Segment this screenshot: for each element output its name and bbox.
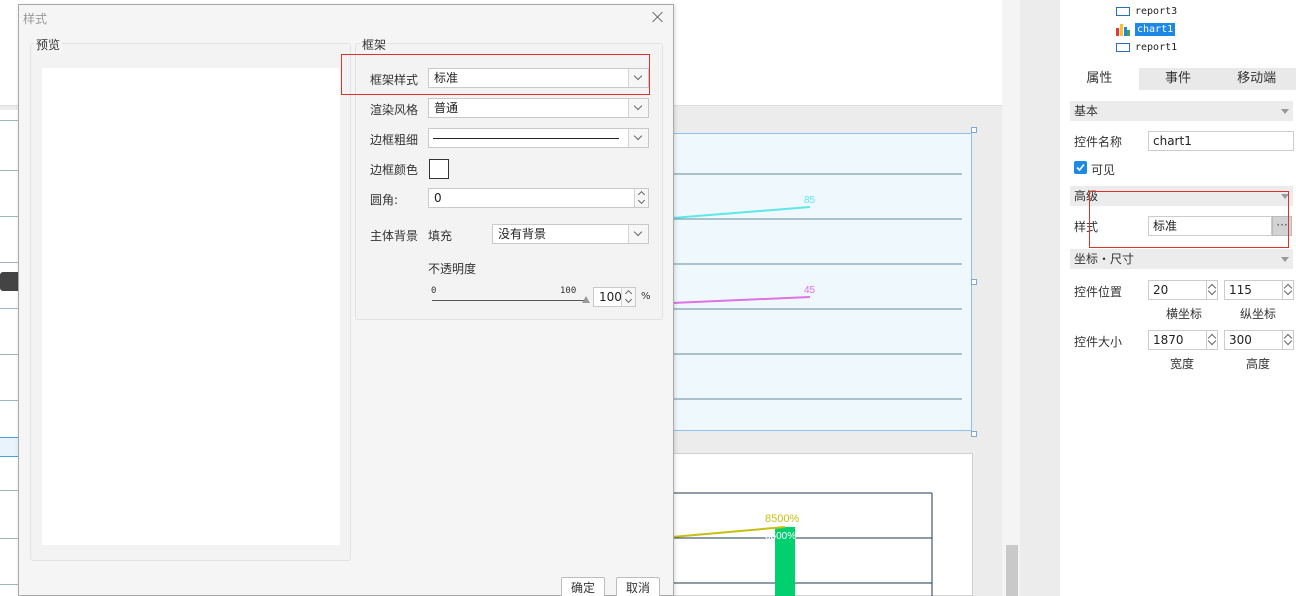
height-label: 高度 <box>1246 357 1271 371</box>
opacity-slider[interactable] <box>432 300 586 301</box>
width-label: 宽度 <box>1170 357 1195 371</box>
cyan-data-label: 85 <box>804 195 816 206</box>
fill-select[interactable]: 没有背景 <box>492 224 649 244</box>
y-label: 纵坐标 <box>1240 307 1277 321</box>
render-style-value: 普通 <box>434 101 459 115</box>
close-icon[interactable] <box>651 10 665 24</box>
fill-value: 没有背景 <box>498 227 547 241</box>
report-icon <box>1116 6 1130 16</box>
visible-label: 可见 <box>1091 163 1116 177</box>
canvas-vertical-scrollbar[interactable] <box>1002 0 1020 596</box>
border-color-label: 边框颜色 <box>370 163 419 177</box>
section-coordinates[interactable]: 坐标・尺寸 <box>1070 249 1293 269</box>
visible-checkbox[interactable] <box>1074 161 1087 174</box>
height-stepper[interactable] <box>1282 330 1294 350</box>
section-basic[interactable]: 基本 <box>1070 101 1293 121</box>
dialog-title: 样式 <box>23 12 48 26</box>
magenta-data-label: 45 <box>804 285 816 296</box>
border-color-swatch[interactable] <box>429 159 449 179</box>
corner-input[interactable]: 0 <box>428 188 649 208</box>
tree-item-report1[interactable]: report1 <box>1116 39 1177 55</box>
report-icon <box>1116 42 1130 52</box>
chevron-down-icon <box>628 129 648 147</box>
preview-area <box>42 68 340 545</box>
pos-y-stepper[interactable] <box>1282 280 1294 300</box>
opacity-max-label: 100 <box>560 286 577 296</box>
render-style-label: 渲染风格 <box>370 103 419 117</box>
yellow-data-label: 8500% <box>765 513 799 525</box>
control-name-input[interactable]: chart1 <box>1148 131 1294 151</box>
corner-label: 圆角: <box>370 193 399 207</box>
control-name-label: 控件名称 <box>1074 135 1123 149</box>
section-title: 基本 <box>1074 104 1099 118</box>
size-label: 控件大小 <box>1074 335 1123 349</box>
collapse-arrow-icon <box>1281 109 1289 114</box>
opacity-unit: % <box>641 291 651 302</box>
highlight-box <box>1089 191 1289 248</box>
tab-mobile[interactable]: 移动端 <box>1217 68 1296 90</box>
tab-properties[interactable]: 属性 <box>1060 68 1139 90</box>
border-width-label: 边框粗细 <box>370 133 419 147</box>
highlight-box <box>341 54 650 95</box>
x-label: 横坐标 <box>1166 307 1203 321</box>
magenta-series-line <box>671 296 811 304</box>
position-label: 控件位置 <box>1074 285 1123 299</box>
opacity-slider-thumb[interactable] <box>582 296 590 303</box>
scrollbar-thumb[interactable] <box>1006 545 1018 596</box>
property-panel: report3 chart1 report1 属性 事件 移动端 基本 控件名称… <box>1060 0 1296 596</box>
opacity-min-label: 0 <box>431 286 437 296</box>
pos-x-stepper[interactable] <box>1206 280 1218 300</box>
opacity-label: 不透明度 <box>428 262 477 276</box>
width-stepper[interactable] <box>1206 330 1218 350</box>
tree-item-label: chart1 <box>1135 22 1176 36</box>
render-style-select[interactable]: 普通 <box>428 98 649 118</box>
section-title: 坐标・尺寸 <box>1074 252 1135 266</box>
main-bg-label: 主体背景 <box>370 229 419 243</box>
checkmark-icon <box>1076 163 1085 172</box>
fill-label: 填充 <box>428 229 453 243</box>
tab-events[interactable]: 事件 <box>1139 68 1218 90</box>
ok-button[interactable]: 确定 <box>561 577 605 596</box>
frame-group-label: 框架 <box>360 36 389 53</box>
tree-item-label: report1 <box>1135 41 1178 53</box>
dialog-titlebar[interactable]: 样式 <box>19 5 673 31</box>
opacity-input[interactable]: 100 <box>593 287 636 307</box>
corner-value: 0 <box>434 191 442 205</box>
cyan-series-line <box>671 206 811 219</box>
tree-item-report3[interactable]: report3 <box>1116 3 1177 19</box>
chart-icon <box>1116 23 1130 36</box>
tree-item-label: report3 <box>1135 5 1178 17</box>
chevron-down-icon <box>628 99 648 117</box>
property-tabs: 属性 事件 移动端 <box>1060 68 1296 90</box>
chevron-down-icon <box>628 225 648 243</box>
opacity-value: 100 <box>599 290 622 304</box>
tree-item-chart1[interactable]: chart1 <box>1116 21 1176 37</box>
bar-data-label: 8500% <box>765 531 796 542</box>
opacity-stepper[interactable] <box>621 288 635 306</box>
border-width-select[interactable] <box>428 128 649 148</box>
cancel-button[interactable]: 取消 <box>616 577 660 596</box>
preview-label: 预览 <box>34 36 63 53</box>
collapse-arrow-icon <box>1281 257 1289 262</box>
line-width-sample <box>433 138 619 139</box>
corner-stepper[interactable] <box>634 189 648 207</box>
